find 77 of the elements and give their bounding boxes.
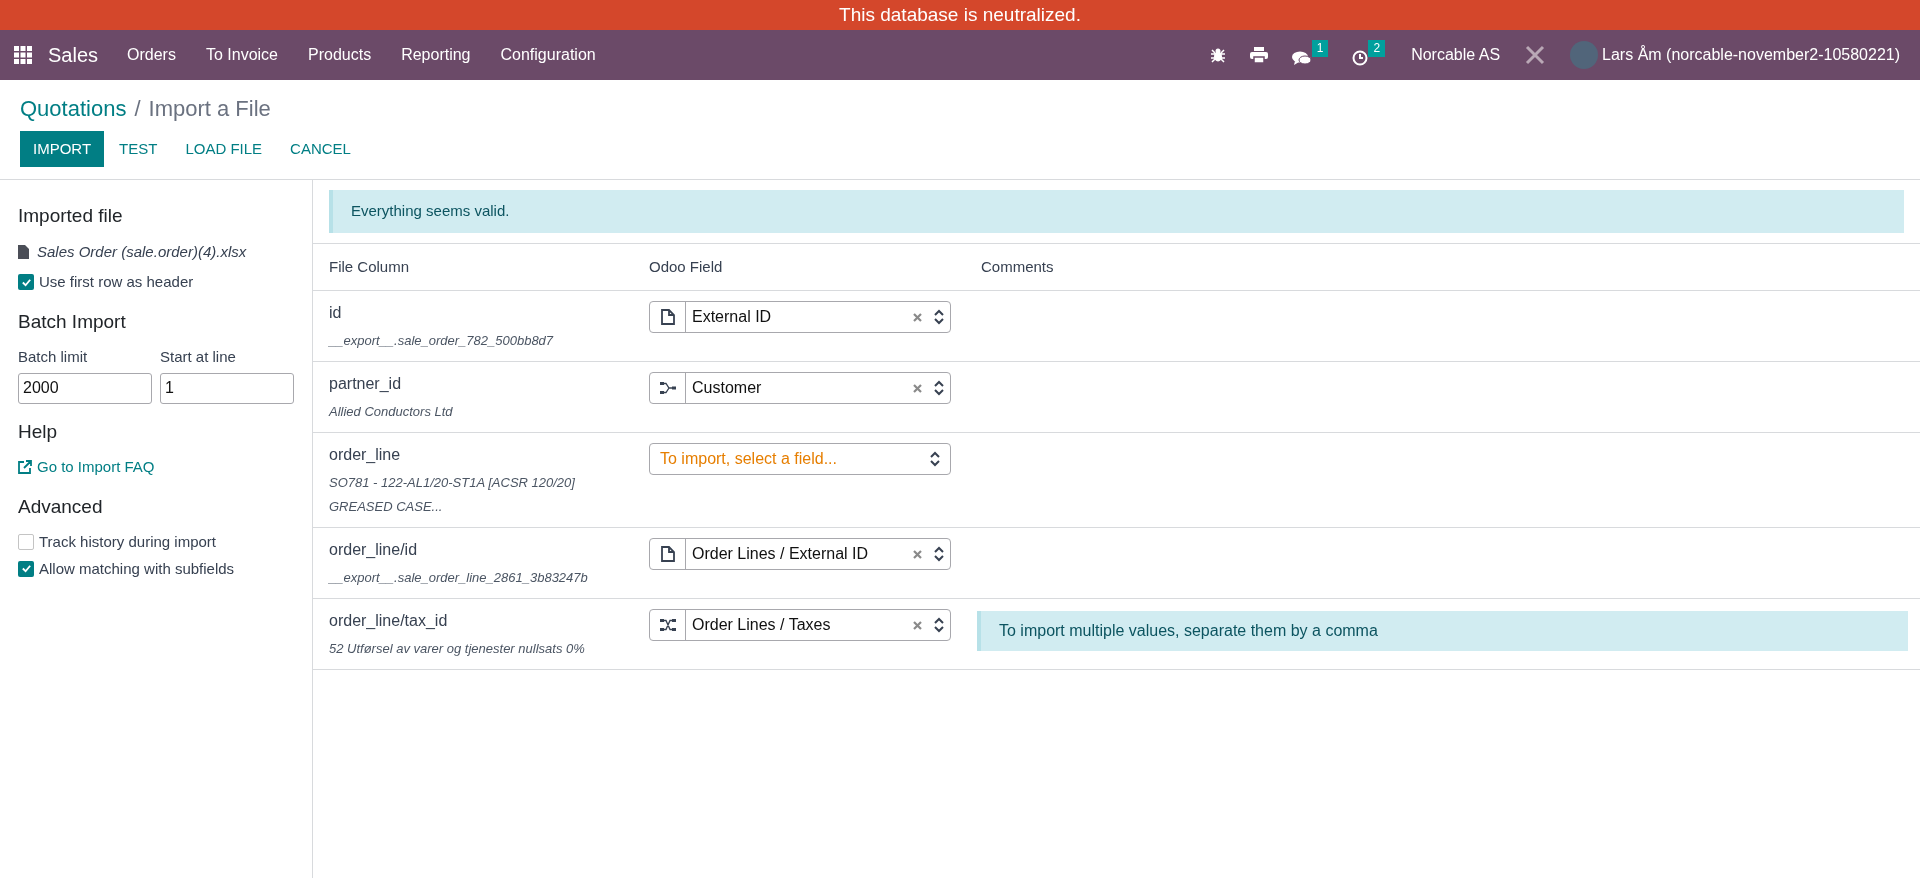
checkbox-label: Track history during import (39, 532, 216, 552)
crossed-connector-icon (659, 617, 676, 633)
section-heading: Help (18, 419, 59, 444)
section-heading: Batch Import (18, 309, 127, 334)
field-label: Start at line (160, 347, 237, 367)
sample-value: SO781 - 122-AL1/20-ST1A [ACSR 120/20] (329, 474, 576, 492)
sample-value: __export__.sale_order_782_500bb8d7 (329, 332, 555, 350)
user-avatar (1570, 41, 1599, 69)
file-icon (18, 244, 29, 259)
breadcrumb-current: Import a File (148, 95, 271, 123)
checkbox-label: Use first row as header (39, 272, 194, 292)
breadcrumb-separator: / (134, 95, 141, 123)
checkbox[interactable] (18, 534, 34, 551)
menu-item[interactable]: Products (293, 43, 387, 67)
merge-connector-icon (659, 380, 676, 396)
field-select[interactable]: Order Lines / Taxes (649, 609, 951, 641)
clear-x-icon (913, 312, 922, 322)
action-button[interactable]: LOAD FILE (172, 131, 276, 167)
clock-icon (1352, 50, 1369, 66)
sample-value: 52 Utførsel av varer og tjenester nullsats 0% (329, 640, 586, 658)
checkmark-icon (20, 563, 32, 575)
message-count-badge: 1 (1311, 40, 1329, 57)
status-alert: Everything seems valid. (329, 190, 1904, 233)
column-name: order_line (329, 445, 402, 465)
section-heading: Imported file (18, 204, 124, 228)
clear-x-icon (913, 549, 922, 559)
app-name[interactable]: Sales (48, 40, 99, 70)
field-label: Batch limit (18, 347, 89, 367)
menu-item[interactable]: Reporting (386, 43, 486, 67)
menu-item[interactable]: Orders (112, 43, 191, 67)
clear-x-icon (913, 383, 922, 393)
section-heading: Advanced (18, 494, 104, 519)
column-header: Odoo Field (649, 256, 724, 277)
checkmark-icon (20, 276, 32, 288)
printer-icon (1249, 47, 1268, 63)
input-field[interactable]: 1 (160, 372, 294, 404)
column-header: File Column (329, 256, 411, 277)
checkbox[interactable] (18, 560, 34, 577)
menu-item[interactable]: To Invoice (190, 43, 293, 67)
column-name: id (329, 303, 343, 323)
column-header: Comments (981, 256, 1055, 277)
up-down-caret-icon (934, 380, 944, 396)
document-icon (659, 546, 676, 562)
checkbox[interactable] (18, 274, 34, 291)
user-name[interactable]: Lars Åm (norcable-november2-10580221) (1602, 43, 1900, 67)
up-down-caret-icon (930, 451, 940, 467)
activity-count-badge: 2 (1368, 40, 1386, 57)
up-down-caret-icon (934, 309, 944, 325)
up-down-caret-icon (934, 546, 944, 562)
sample-value: __export__.sale_order_line_2861_3b83247b (329, 569, 589, 587)
document-icon (659, 309, 676, 325)
external-link-icon (18, 460, 32, 475)
action-button[interactable]: TEST (106, 131, 171, 167)
clear-x-icon (913, 620, 922, 630)
field-select[interactable]: Customer (649, 372, 951, 404)
field-select[interactable]: Order Lines / External ID (649, 538, 951, 570)
column-name: order_line/tax_id (329, 611, 449, 631)
menu-item[interactable]: Configuration (485, 43, 611, 67)
file-name: Sales Order (sale.order)(4).xlsx (37, 241, 247, 262)
bug-icon (1209, 47, 1226, 63)
apps-grid-icon (14, 46, 32, 64)
up-down-caret-icon (934, 617, 944, 633)
action-button[interactable]: IMPORT (20, 131, 105, 167)
sample-value: GREASED CASE... (329, 498, 444, 516)
company-name[interactable]: Norcable AS (1411, 43, 1501, 67)
field-select[interactable]: External ID (649, 301, 951, 333)
neutralized-banner: This database is neutralized. (0, 0, 1920, 30)
info-comment: To import multiple values, separate them by a comma (977, 611, 1908, 651)
chat-bubbles-icon (1291, 50, 1312, 66)
sample-value: Allied Conductors Ltd (329, 403, 454, 421)
action-button[interactable]: CANCEL (277, 131, 364, 167)
input-field[interactable]: 2000 (18, 372, 152, 404)
column-name: order_line/id (329, 540, 419, 560)
column-name: partner_id (329, 374, 403, 394)
checkbox-label: Allow matching with subfields (39, 558, 235, 579)
help-link[interactable]: Go to Import FAQ (18, 456, 294, 479)
breadcrumb-link[interactable]: Quotations (20, 92, 127, 125)
